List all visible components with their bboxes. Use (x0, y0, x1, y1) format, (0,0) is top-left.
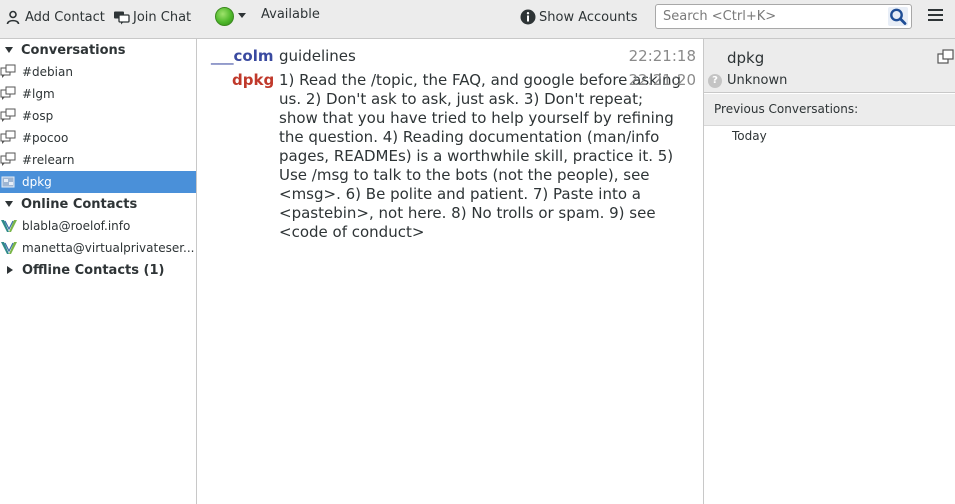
join-chat-icon (114, 11, 130, 24)
sidebar-item-label: blabla@roelof.info (22, 219, 131, 233)
sidebar-item-relearn[interactable]: #relearn (0, 149, 196, 171)
sidebar-item-lgm[interactable]: #lgm (0, 83, 196, 105)
join-chat-label: Join Chat (133, 9, 192, 25)
sidebar-item-label: #pocoo (22, 131, 69, 145)
message-text: 1) Read the /topic, the FAQ, and google … (279, 71, 682, 241)
show-accounts-button[interactable]: Show Accounts (520, 6, 637, 28)
chat-room-icon (0, 152, 16, 166)
add-contact-label: Add Contact (25, 9, 105, 25)
search-icon[interactable] (888, 7, 908, 26)
hamburger-menu-icon[interactable] (928, 9, 943, 24)
unknown-status-icon: ? (708, 74, 722, 88)
previous-conversations-label: Previous Conversations: (714, 102, 859, 116)
sidebar-item-debian[interactable]: #debian (0, 61, 196, 83)
group-conversations[interactable]: Conversations (0, 39, 196, 61)
xmpp-contact-icon (1, 220, 17, 232)
status-label[interactable]: Available (261, 7, 320, 22)
add-contact-button[interactable]: Add Contact (6, 6, 105, 28)
sidebar-item-dpkg[interactable]: dpkg (0, 171, 196, 193)
add-contact-icon (6, 10, 20, 24)
contact-info-panel: dpkg ? Unknown Previous Conversations: T… (703, 39, 955, 504)
sidebar-item-label: #relearn (22, 153, 75, 167)
chat-room-icon (0, 86, 16, 100)
toolbar: Add Contact Join Chat Available Show Acc… (0, 0, 955, 39)
message-timestamp: 22:21:20 (628, 71, 696, 89)
contact-icon (1, 176, 15, 188)
conversation-view[interactable]: ___colm guidelines 22:21:18 dpkg 1) Read… (198, 39, 703, 504)
message-nick: ___colm (211, 47, 274, 65)
sidebar-item-label: #debian (22, 65, 73, 79)
expand-panel-icon[interactable] (937, 49, 955, 65)
sidebar-item-pocoo[interactable]: #pocoo (0, 127, 196, 149)
group-label: Conversations (21, 42, 126, 58)
contact-name: dpkg (727, 49, 765, 67)
group-offline-contacts[interactable]: Offline Contacts (1) (0, 259, 196, 281)
xmpp-contact-icon (1, 242, 17, 254)
sidebar-item-label: #osp (22, 109, 54, 123)
sidebar-item-manetta[interactable]: manetta@virtualprivateser... (0, 237, 196, 259)
previous-conversations-header: Previous Conversations: (704, 94, 955, 126)
sidebar-item-label: manetta@virtualprivateser... (22, 241, 195, 255)
group-label: Offline Contacts (1) (22, 262, 165, 278)
sidebar-item-blabla[interactable]: blabla@roelof.info (0, 215, 196, 237)
previous-conversation-today[interactable]: Today (732, 129, 767, 143)
collapsed-arrow-icon (7, 266, 13, 274)
group-label: Online Contacts (21, 196, 138, 212)
search-input[interactable]: Search <Ctrl+K> (655, 4, 912, 29)
message-nick: dpkg (232, 71, 275, 89)
expanded-arrow-icon (5, 201, 13, 207)
message-text: guidelines (279, 47, 356, 65)
contact-list: Conversations #debian #lgm #osp #pocoo #… (0, 39, 197, 504)
contact-status: Unknown (727, 73, 788, 88)
sidebar-item-label: dpkg (22, 175, 52, 189)
sidebar-item-osp[interactable]: #osp (0, 105, 196, 127)
chat-room-icon (0, 64, 16, 78)
sidebar-item-label: #lgm (22, 87, 55, 101)
group-online-contacts[interactable]: Online Contacts (0, 193, 196, 215)
contact-header: dpkg ? Unknown (704, 39, 955, 93)
join-chat-button[interactable]: Join Chat (113, 6, 191, 28)
chat-room-icon (0, 130, 16, 144)
chat-room-icon (0, 108, 16, 122)
info-icon (520, 9, 536, 25)
search-placeholder: Search <Ctrl+K> (663, 9, 777, 24)
show-accounts-label: Show Accounts (539, 9, 638, 25)
message-timestamp: 22:21:18 (628, 47, 696, 65)
available-status-icon[interactable] (215, 7, 234, 26)
status-dropdown-caret-icon[interactable] (238, 13, 246, 18)
expanded-arrow-icon (5, 47, 13, 53)
